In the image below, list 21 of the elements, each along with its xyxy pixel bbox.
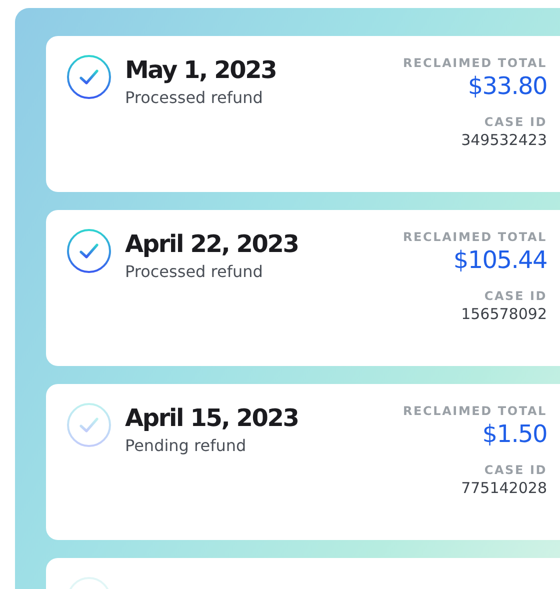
refund-date: April 22, 2023 <box>125 230 298 258</box>
case-id: 775142028 <box>461 479 547 497</box>
refund-date: May 1, 2023 <box>125 56 276 84</box>
case-label: CASE ID <box>484 463 547 477</box>
case-label: CASE ID <box>484 289 547 303</box>
total-amount: $105.44 <box>453 246 547 274</box>
total-label: RECLAIMED TOTAL <box>403 56 547 70</box>
refund-date: April 15, 2023 <box>125 404 298 432</box>
refund-status: Processed refund <box>125 262 264 281</box>
total-amount: $33.80 <box>468 72 547 100</box>
total-label: RECLAIMED TOTAL <box>403 230 547 244</box>
refund-card[interactable]: May 1, 2023 Processed refund RECLAIMED TOTAL $33.80 CASE ID 349532423 <box>46 36 560 192</box>
total-label: RECLAIMED TOTAL <box>403 404 547 418</box>
refund-status: Pending refund <box>125 436 248 455</box>
total-amount: $1.50 <box>482 420 547 448</box>
case-id: 349532423 <box>461 131 547 149</box>
refund-card[interactable]: April 15, 2023 Pending refund RECLAIMED TOTAL $1.50 CASE ID 775142028 <box>46 384 560 540</box>
refund-status: Processed refund <box>125 88 264 107</box>
case-id: 156578092 <box>461 305 547 323</box>
case-label: CASE ID <box>484 115 547 129</box>
refund-card[interactable]: April 22, 2023 Processed refund RECLAIMED TOTAL $105.44 CASE ID 156578092 <box>46 210 560 366</box>
